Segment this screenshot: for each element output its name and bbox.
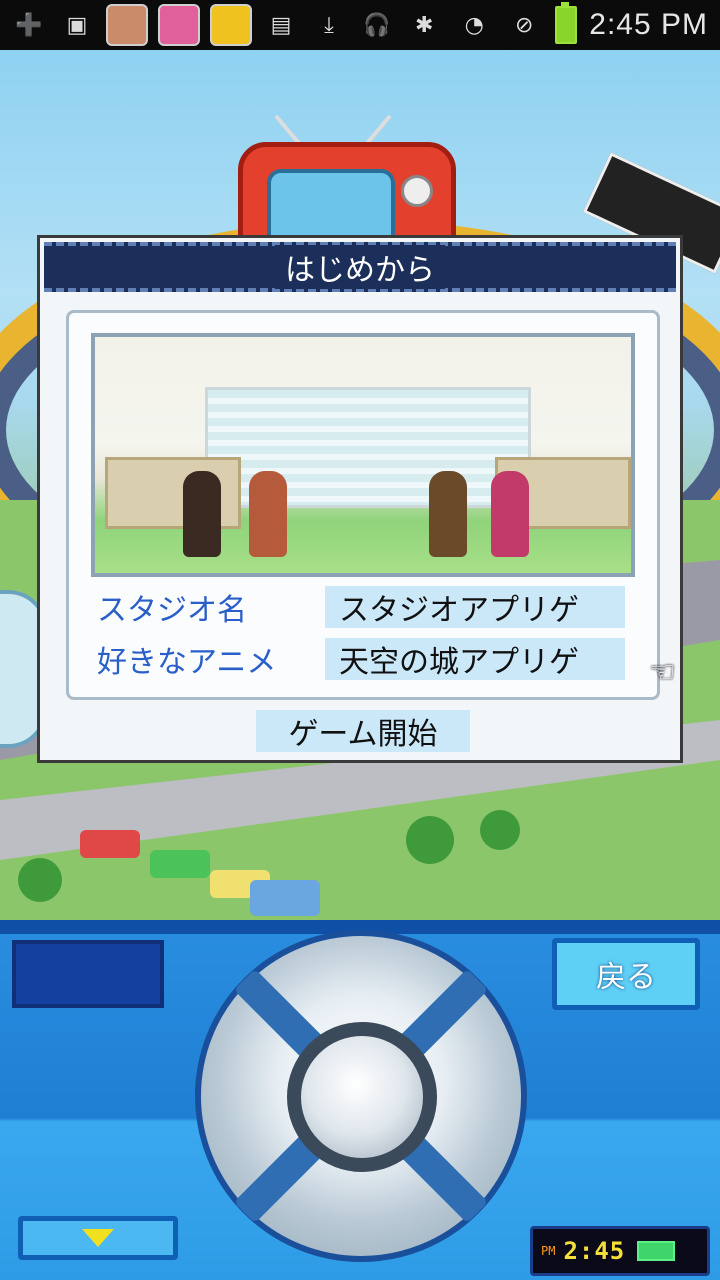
system-icons: ✱ ◔ ⊘ 2:45 PM bbox=[405, 2, 720, 44]
dpad-control[interactable] bbox=[195, 930, 527, 1262]
favorite-anime-row: 好きなアニメ 天空の城アプリゲ bbox=[97, 637, 637, 681]
dialog-header: はじめから bbox=[44, 242, 676, 292]
status-time: 2:45 PM bbox=[589, 8, 708, 41]
no-signal-icon: ⊘ bbox=[515, 12, 534, 38]
plus-icon: ➕ bbox=[15, 12, 43, 38]
info-display bbox=[12, 940, 164, 1008]
notification-icons: ➕ ▣ ▤ ⤓ 🎧 bbox=[0, 4, 396, 46]
down-arrow-icon bbox=[82, 1229, 114, 1247]
download-icon: ⤓ bbox=[324, 12, 334, 38]
favorite-anime-label: 好きなアニメ bbox=[97, 645, 277, 680]
scroll-down-button[interactable] bbox=[18, 1216, 178, 1260]
staff-character-3 bbox=[429, 471, 467, 557]
staff-character-4 bbox=[491, 471, 529, 557]
app-icon-2 bbox=[158, 4, 200, 46]
game-clock: PM 2:45 bbox=[530, 1226, 710, 1276]
sd-card-icon: ▤ bbox=[270, 12, 292, 38]
wifi-icon: ◔ bbox=[464, 12, 484, 38]
image-icon: ▣ bbox=[66, 12, 88, 38]
bluetooth-icon: ✱ bbox=[415, 12, 434, 38]
control-panel: 戻る PM 2:45 bbox=[0, 920, 720, 1280]
new-game-dialog: はじめから スタジオ名 スタジオアプリゲ 好きなアニメ 天空の城アプリゲ ☜ ゲ… bbox=[37, 235, 683, 763]
game-battery-icon bbox=[637, 1241, 676, 1261]
studio-name-field[interactable]: スタジオアプリゲ bbox=[325, 586, 625, 628]
clock-time: 2:45 bbox=[563, 1237, 626, 1265]
studio-preview-image bbox=[91, 333, 635, 577]
dialog-content: スタジオ名 スタジオアプリゲ 好きなアニメ 天空の城アプリゲ ☜ bbox=[66, 310, 676, 700]
clock-ampm: PM bbox=[541, 1244, 556, 1258]
favorite-anime-field[interactable]: 天空の城アプリゲ bbox=[325, 638, 625, 680]
dpad-center-button[interactable] bbox=[287, 1022, 437, 1172]
staff-character-1 bbox=[183, 471, 221, 557]
tv-knob bbox=[401, 175, 433, 207]
dialog-title: はじめから bbox=[275, 245, 445, 289]
studio-name-row: スタジオ名 スタジオアプリゲ bbox=[97, 585, 637, 629]
app-icon-3 bbox=[210, 4, 252, 46]
staff-character-2 bbox=[249, 471, 287, 557]
headphones-icon: 🎧 bbox=[363, 12, 391, 38]
app-icon-1 bbox=[106, 4, 148, 46]
back-button[interactable]: 戻る bbox=[552, 938, 700, 1010]
hand-pointer-icon: ☜ bbox=[649, 655, 676, 690]
battery-icon bbox=[555, 2, 578, 44]
studio-name-label: スタジオ名 bbox=[97, 593, 247, 628]
settings-fields: スタジオ名 スタジオアプリゲ 好きなアニメ 天空の城アプリゲ bbox=[97, 585, 637, 689]
start-game-button[interactable]: ゲーム開始 bbox=[256, 710, 470, 752]
status-bar: ➕ ▣ ▤ ⤓ 🎧 ✱ ◔ ⊘ 2:45 PM bbox=[0, 0, 720, 50]
